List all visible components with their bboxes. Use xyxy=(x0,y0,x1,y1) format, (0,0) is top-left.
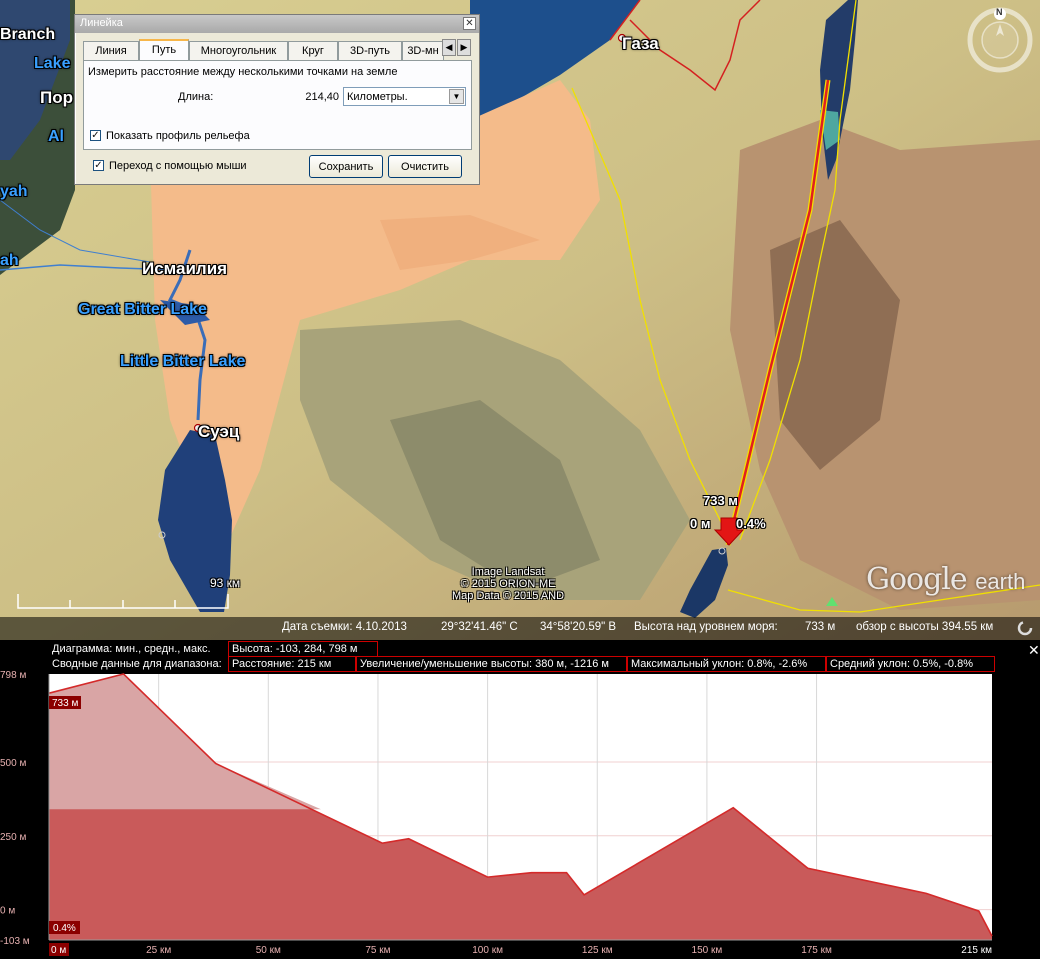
status-eye-altitude: обзор с высоты 394.55 км xyxy=(856,621,994,633)
map-label-lake[interactable]: Lake xyxy=(34,55,70,73)
chart-x-tick-label: 100 км xyxy=(472,945,503,956)
measure-elevation-label: 733 м xyxy=(703,493,738,508)
credit-line: Image Landsat xyxy=(471,566,545,578)
chart-x-tick-label: 175 км xyxy=(801,945,832,956)
earth-logo-text: earth xyxy=(975,569,1026,594)
chart-x-tick-label: 150 км xyxy=(692,945,723,956)
save-button[interactable]: Сохранить xyxy=(309,155,383,178)
navigation-compass[interactable]: N xyxy=(962,2,1038,78)
status-altitude-value: 733 м xyxy=(805,621,836,633)
tab-polygon[interactable]: Многоугольник xyxy=(189,41,288,60)
map-label-branch[interactable]: Branch xyxy=(0,26,55,44)
mouse-nav-checkbox[interactable]: ✓ xyxy=(93,160,104,171)
loading-spinner-icon xyxy=(1016,619,1034,640)
elevation-profile-panel[interactable]: Диаграмма: мин., средн., макс. Высота: -… xyxy=(0,640,1040,959)
tab-line[interactable]: Линия xyxy=(83,41,139,60)
length-value: 214,40 xyxy=(305,91,339,103)
chart-y-tick-label: -103 м xyxy=(0,936,30,947)
clear-button-label: Очистить xyxy=(401,161,449,173)
chart-x-tick-label: 50 км xyxy=(256,945,281,956)
chart-x-tick-label: 125 км xyxy=(582,945,613,956)
credit-line: Map Data © 2015 AND xyxy=(452,590,565,602)
scale-label: 93 км xyxy=(210,576,241,590)
map-label-great-bitter-lake[interactable]: Great Bitter Lake xyxy=(78,301,207,319)
ruler-title-bar[interactable]: Линейка ✕ xyxy=(75,15,479,33)
show-profile-label[interactable]: Показать профиль рельефа xyxy=(106,130,250,142)
ruler-close-button[interactable]: ✕ xyxy=(463,17,476,30)
ruler-title: Линейка xyxy=(80,17,123,29)
ruler-tab-panel: Измерить расстояние между несколькими то… xyxy=(83,60,472,150)
chart-y-tick-label: 250 м xyxy=(0,832,26,843)
status-longitude: 34°58'20.59" В xyxy=(540,621,617,633)
status-altitude-label: Высота над уровнем моря: xyxy=(634,621,778,633)
ruler-dialog: Линейка ✕ Линия Путь Многоугольник Круг … xyxy=(74,14,480,185)
tab-circle[interactable]: Круг xyxy=(288,41,338,60)
imagery-credits: Image Landsat © 2015 ORION-ME Map Data ©… xyxy=(452,566,564,602)
compass-north-label[interactable]: N xyxy=(996,7,1003,17)
tab-scroll-right-icon[interactable]: ▶ xyxy=(457,39,471,56)
ruler-description: Измерить расстояние между несколькими то… xyxy=(88,66,398,78)
cursor-distance-label: 0 м xyxy=(51,945,66,956)
chart-y-tick-label: 798 м xyxy=(0,670,26,681)
chart-x-tick-label: 75 км xyxy=(365,945,390,956)
cursor-slope-label: 0.4% xyxy=(53,923,76,934)
chevron-down-icon[interactable]: ▼ xyxy=(449,89,464,104)
tab-3d-polygon[interactable]: 3D-мн xyxy=(402,41,444,60)
map-label-al[interactable]: Al xyxy=(48,128,64,146)
chart-x-end-label: 215 км xyxy=(961,945,992,956)
map-label-little-bitter-lake[interactable]: Little Bitter Lake xyxy=(120,353,245,371)
status-capture-date: Дата съемки: 4.10.2013 xyxy=(282,621,407,633)
elevation-chart[interactable]: -103 м 0 м 250 м 500 м 798 м 25 км 50 км 75 км 1… xyxy=(0,640,1040,959)
map-label-suez[interactable]: Суэц xyxy=(198,422,239,442)
status-latitude: 29°32'41.46" С xyxy=(441,621,518,633)
map-label-gaza[interactable]: Газа xyxy=(622,34,659,54)
map-label-port[interactable]: Пор xyxy=(40,88,73,108)
show-profile-checkbox[interactable]: ✓ xyxy=(90,130,101,141)
cursor-elevation-label: 733 м xyxy=(52,698,78,709)
chart-y-tick-label: 500 м xyxy=(0,758,26,769)
tab-scroll-left-icon[interactable]: ◀ xyxy=(442,39,456,56)
chart-y-tick-label: 0 м xyxy=(0,906,15,917)
google-earth-logo: Google earth xyxy=(866,562,1025,597)
measure-slope-label: 0.4% xyxy=(736,516,766,531)
mouse-nav-label[interactable]: Переход с помощью мыши xyxy=(109,160,247,172)
map-label-yah[interactable]: yah xyxy=(0,183,28,201)
length-label: Длина: xyxy=(178,91,214,103)
credit-line: © 2015 ORION-ME xyxy=(460,578,556,590)
save-button-label: Сохранить xyxy=(318,161,374,173)
tab-path[interactable]: Путь xyxy=(139,39,189,60)
map-label-ismailia[interactable]: Исмаилия xyxy=(142,259,227,279)
clear-button[interactable]: Очистить xyxy=(388,155,462,178)
map-label-ah[interactable]: ah xyxy=(0,252,19,270)
measure-distance-label: 0 м xyxy=(690,516,711,531)
tab-3d-path[interactable]: 3D-путь xyxy=(338,41,402,60)
google-logo-text: Google xyxy=(866,562,968,597)
units-select[interactable]: Километры. ▼ xyxy=(343,87,466,106)
chart-x-tick-label: 25 км xyxy=(146,945,171,956)
status-bar: Дата съемки: 4.10.2013 29°32'41.46" С 34… xyxy=(0,617,1040,640)
units-selected-value: Километры. xyxy=(347,91,408,103)
